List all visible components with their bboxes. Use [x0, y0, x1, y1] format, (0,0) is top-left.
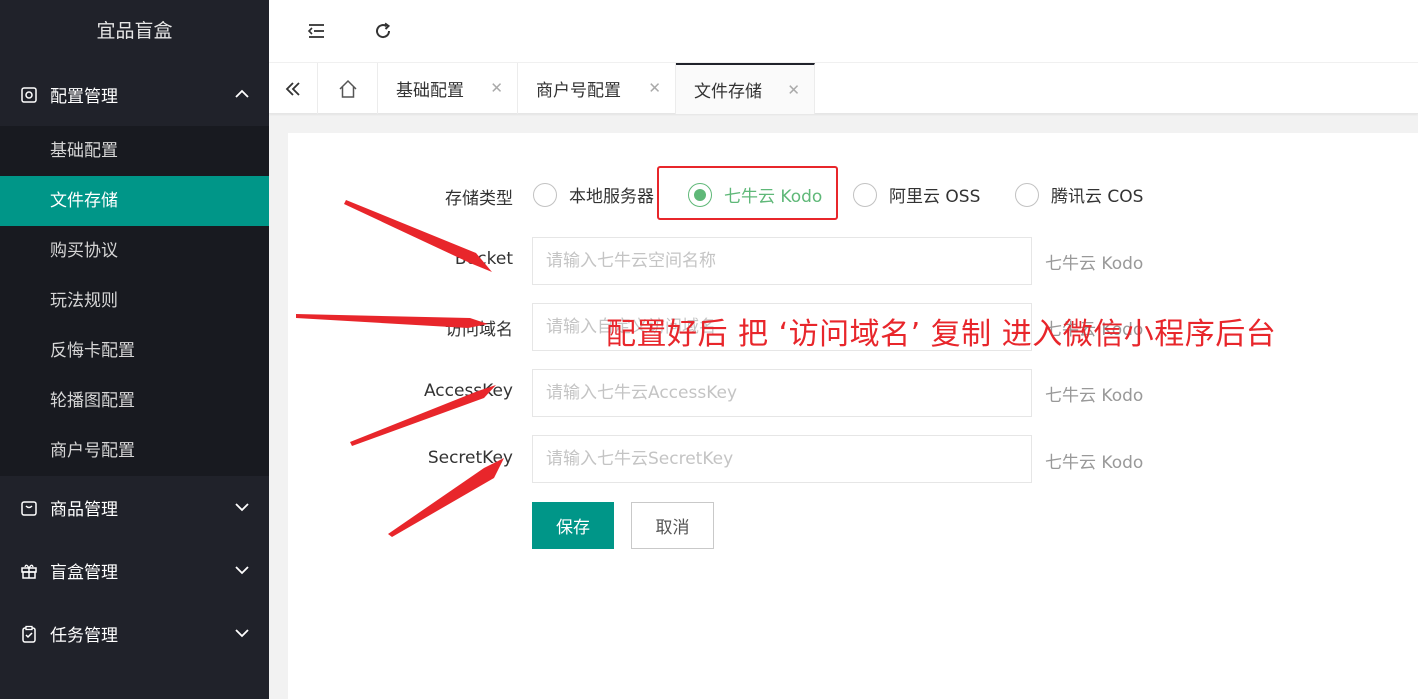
close-icon[interactable]: ✕ [648, 79, 661, 97]
accesskey-label: AccessKey [423, 381, 513, 401]
main-content: 存储类型 本地服务器 七牛云 Kodo 阿里云 OSS 腾讯云 COS Buck… [288, 133, 1418, 699]
radio-circle [533, 182, 557, 207]
menu-config-manage[interactable]: 配置管理 [0, 63, 269, 126]
secretkey-aux-text: 七牛云 Kodo [1045, 453, 1144, 473]
chevron-up-icon [235, 89, 249, 98]
sidebar-item-file-storage[interactable]: 文件存储 [0, 176, 269, 226]
tab-bar: 基础配置 ✕ 商户号配置 ✕ 文件存储 ✕ [269, 63, 1418, 114]
sidebar-item-basic-config[interactable]: 基础配置 [0, 126, 269, 176]
sidebar: 宜品盲盒 配置管理 基础配置 文件存储 购买协议 玩法规则 反悔卡配置 轮播图配… [0, 0, 269, 699]
tab-label: 基础配置 [396, 81, 464, 101]
menu-group-config: 配置管理 基础配置 文件存储 购买协议 玩法规则 反悔卡配置 轮播图配置 商户号… [0, 63, 269, 476]
settings-icon [19, 85, 39, 105]
task-icon [19, 624, 39, 644]
tabs-scroll-left[interactable] [269, 63, 318, 114]
menu-task-manage[interactable]: 任务管理 [0, 602, 269, 665]
tab-home[interactable] [318, 63, 378, 114]
chevron-down-icon [235, 503, 249, 512]
radio-circle [853, 182, 877, 207]
radio-label: 阿里云 OSS [889, 187, 981, 207]
sidebar-item-carousel[interactable]: 轮播图配置 [0, 376, 269, 426]
storage-type-label: 存储类型 [445, 189, 513, 209]
radio-aliyun-oss[interactable]: 阿里云 OSS [853, 182, 980, 207]
save-button[interactable]: 保存 [532, 502, 614, 549]
tab-label: 商户号配置 [536, 81, 621, 101]
close-icon[interactable]: ✕ [787, 81, 800, 99]
close-icon[interactable]: ✕ [490, 79, 503, 97]
menu-fold-icon[interactable] [304, 19, 328, 43]
menu-label: 任务管理 [50, 626, 118, 646]
sidebar-item-play-rules[interactable]: 玩法规则 [0, 276, 269, 326]
annotation-text: 配置好后 把 ‘访问域名’ 复制 进入微信小程序后台 [606, 317, 1277, 352]
secretkey-label: SecretKey [427, 448, 513, 468]
highlight-box [657, 166, 838, 220]
domain-label: 访问域名 [445, 320, 513, 340]
bucket-input[interactable] [532, 237, 1032, 285]
sidebar-item-regret-card[interactable]: 反悔卡配置 [0, 326, 269, 376]
tab-file-storage[interactable]: 文件存储 ✕ [676, 63, 815, 114]
submenu-config: 基础配置 文件存储 购买协议 玩法规则 反悔卡配置 轮播图配置 商户号配置 [0, 126, 269, 476]
menu-label: 商品管理 [50, 500, 118, 520]
tab-basic-config[interactable]: 基础配置 ✕ [378, 63, 518, 114]
accesskey-input[interactable] [532, 369, 1032, 417]
refresh-icon[interactable] [371, 19, 395, 43]
goods-icon [19, 498, 39, 518]
radio-tencent-cos[interactable]: 腾讯云 COS [1015, 182, 1143, 207]
app-title: 宜品盲盒 [96, 20, 173, 42]
bucket-label: Bucket [454, 249, 513, 269]
cancel-button[interactable]: 取消 [631, 502, 714, 549]
chevron-down-icon [235, 566, 249, 575]
top-header [269, 0, 1418, 63]
gift-icon [19, 561, 39, 581]
accesskey-aux-text: 七牛云 Kodo [1045, 386, 1144, 406]
sidebar-item-purchase-agreement[interactable]: 购买协议 [0, 226, 269, 276]
double-chevron-left-icon [285, 81, 300, 96]
sidebar-item-merchant[interactable]: 商户号配置 [0, 426, 269, 476]
menu-label: 盲盒管理 [50, 563, 118, 583]
tab-merchant-config[interactable]: 商户号配置 ✕ [518, 63, 676, 114]
radio-local-server[interactable]: 本地服务器 [533, 182, 654, 207]
tab-label: 文件存储 [694, 82, 762, 102]
secretkey-input[interactable] [532, 435, 1032, 483]
home-icon [338, 79, 357, 98]
menu-blindbox-manage[interactable]: 盲盒管理 [0, 539, 269, 602]
chevron-down-icon [235, 629, 249, 638]
bucket-aux-text: 七牛云 Kodo [1045, 254, 1144, 274]
radio-label: 本地服务器 [569, 187, 654, 207]
radio-label: 腾讯云 COS [1051, 187, 1144, 207]
menu-label: 配置管理 [50, 87, 118, 107]
radio-circle [1015, 182, 1039, 207]
menu-goods-manage[interactable]: 商品管理 [0, 476, 269, 539]
